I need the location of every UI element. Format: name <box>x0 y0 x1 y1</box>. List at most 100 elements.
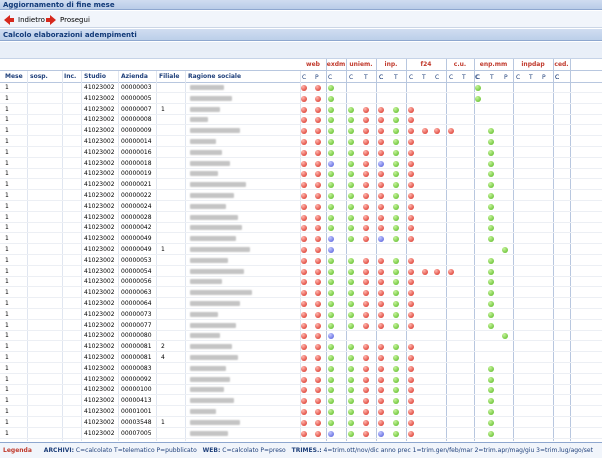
table-row[interactable]: 1 41023002 00000080 <box>0 331 602 342</box>
table-row[interactable]: 1 41023002 00000083 <box>0 364 602 374</box>
cell-studio: 41023002 <box>84 213 115 221</box>
status-dot <box>393 398 399 405</box>
table-row[interactable]: 1 41023002 00007005 <box>0 429 602 439</box>
cell-mese: 1 <box>5 94 9 102</box>
legend-bar: Legenda ARCHIVI: C=calcolato T=telematic… <box>0 442 602 458</box>
status-dot <box>301 311 307 318</box>
col-sosp[interactable]: sosp. <box>30 73 48 80</box>
status-dot <box>328 106 334 113</box>
cell-ragione-sociale-redacted <box>190 193 234 198</box>
status-dot <box>378 355 384 361</box>
table-row[interactable]: 1 41023002 00000022 <box>0 191 602 201</box>
col-mese[interactable]: Mese <box>5 73 23 80</box>
status-dot <box>363 311 369 318</box>
status-dot <box>328 214 334 221</box>
table-row[interactable]: 1 41023002 00000019 <box>0 169 602 180</box>
table-row[interactable]: 1 41023002 00000081 2 <box>0 342 602 353</box>
table-row[interactable]: 1 41023002 00000003 <box>0 83 602 93</box>
subcol-cu-t: T <box>462 74 466 81</box>
status-dot <box>301 128 307 135</box>
cell-mese: 1 <box>5 386 9 394</box>
table-row[interactable]: 1 41023002 00000007 1 <box>0 105 602 115</box>
subcol-cu-c: C <box>449 74 454 81</box>
table-row[interactable]: 1 41023002 00000028 <box>0 213 602 223</box>
section-title: Calcolo elaborazioni adempimenti <box>0 29 602 41</box>
table-row[interactable]: 1 41023002 00000005 <box>0 94 602 104</box>
cell-studio: 41023002 <box>84 116 115 124</box>
table-row[interactable]: 1 41023002 00000054 <box>0 267 602 277</box>
status-dot <box>315 333 321 340</box>
status-dot <box>328 182 334 189</box>
table-row[interactable]: 1 41023002 00000014 <box>0 137 602 147</box>
status-dot <box>488 257 494 264</box>
cell-filiale: 1 <box>161 246 165 253</box>
table-row[interactable]: 1 41023002 00000077 <box>0 321 602 331</box>
group-ced-header: ced. <box>554 61 569 68</box>
table-row[interactable]: 1 41023002 00000008 <box>0 115 602 126</box>
status-dot <box>378 128 384 135</box>
table-row[interactable]: 1 41023002 00000053 <box>0 256 602 266</box>
table-row[interactable]: 1 41023002 00000018 <box>0 159 602 169</box>
col-filiale[interactable]: Filiale <box>159 73 179 80</box>
table-row[interactable]: 1 41023002 00000016 <box>0 148 602 158</box>
status-dot <box>363 430 369 437</box>
status-dot <box>348 257 354 264</box>
cell-mese: 1 <box>5 192 9 199</box>
table-row[interactable]: 1 41023002 00000064 <box>0 299 602 309</box>
col-inc[interactable]: Inc. <box>64 73 76 80</box>
table-row[interactable]: 1 41023002 00000092 <box>0 375 602 385</box>
status-dot <box>448 268 454 275</box>
table-row[interactable]: 1 41023002 00000009 <box>0 126 602 137</box>
status-dot <box>348 203 354 210</box>
table-row[interactable]: 1 41023002 00000056 <box>0 277 602 288</box>
cell-mese: 1 <box>5 343 9 351</box>
status-dot <box>301 419 307 426</box>
status-dot <box>378 311 384 318</box>
status-dot <box>393 203 399 210</box>
table-row[interactable]: 1 41023002 00000024 <box>0 202 602 212</box>
table-row[interactable]: 1 41023002 00003548 1 <box>0 418 602 428</box>
status-dot <box>378 419 384 426</box>
cell-ragione-sociale-redacted <box>190 419 240 425</box>
status-dot <box>408 160 414 167</box>
table-row[interactable]: 1 41023002 00000042 <box>0 223 602 234</box>
cell-studio: 41023002 <box>84 429 115 437</box>
status-dot <box>488 311 494 318</box>
subcol-f24-c: C <box>409 74 414 81</box>
table-row[interactable]: 1 41023002 00001001 <box>0 407 602 417</box>
cell-studio: 41023002 <box>84 397 115 405</box>
table-row[interactable]: 1 41023002 00000049 1 <box>0 245 602 255</box>
status-dot <box>408 139 414 145</box>
cell-ragione-sociale-redacted <box>190 139 216 144</box>
table-row[interactable]: 1 41023002 00000100 <box>0 385 602 396</box>
back-button[interactable]: Indietro <box>4 14 45 25</box>
table-row[interactable]: 1 41023002 00000073 <box>0 310 602 320</box>
status-dot <box>422 268 428 275</box>
col-ragione-sociale[interactable]: Ragione sociale <box>188 73 241 80</box>
status-dot <box>315 355 321 361</box>
status-dot <box>408 128 414 135</box>
table-row[interactable]: 1 41023002 00000021 <box>0 180 602 191</box>
status-dot <box>408 203 414 210</box>
status-dot <box>378 344 384 351</box>
table-row[interactable]: 1 41023002 00000049 <box>0 234 602 245</box>
status-dot <box>301 290 307 297</box>
table-row[interactable]: 1 41023002 00000081 4 <box>0 353 602 363</box>
status-dot <box>301 193 307 199</box>
subcol-f24-c: C <box>435 74 440 81</box>
next-button[interactable]: Prosegui <box>46 14 90 25</box>
cell-ragione-sociale-redacted <box>190 376 230 382</box>
table-row[interactable]: 1 41023002 00000413 <box>0 396 602 407</box>
status-dot <box>315 182 321 189</box>
status-dot <box>315 365 321 372</box>
cell-ragione-sociale-redacted <box>190 236 236 242</box>
cell-mese: 1 <box>5 267 9 275</box>
cell-ragione-sociale-redacted <box>190 409 216 414</box>
status-dot <box>408 279 414 286</box>
status-dot <box>488 387 494 394</box>
status-dot <box>328 139 334 145</box>
cell-azienda: 00000049 <box>121 246 152 253</box>
col-azienda[interactable]: Azienda <box>121 73 148 80</box>
table-row[interactable]: 1 41023002 00000063 <box>0 288 602 299</box>
col-studio[interactable]: Studio <box>84 73 106 80</box>
